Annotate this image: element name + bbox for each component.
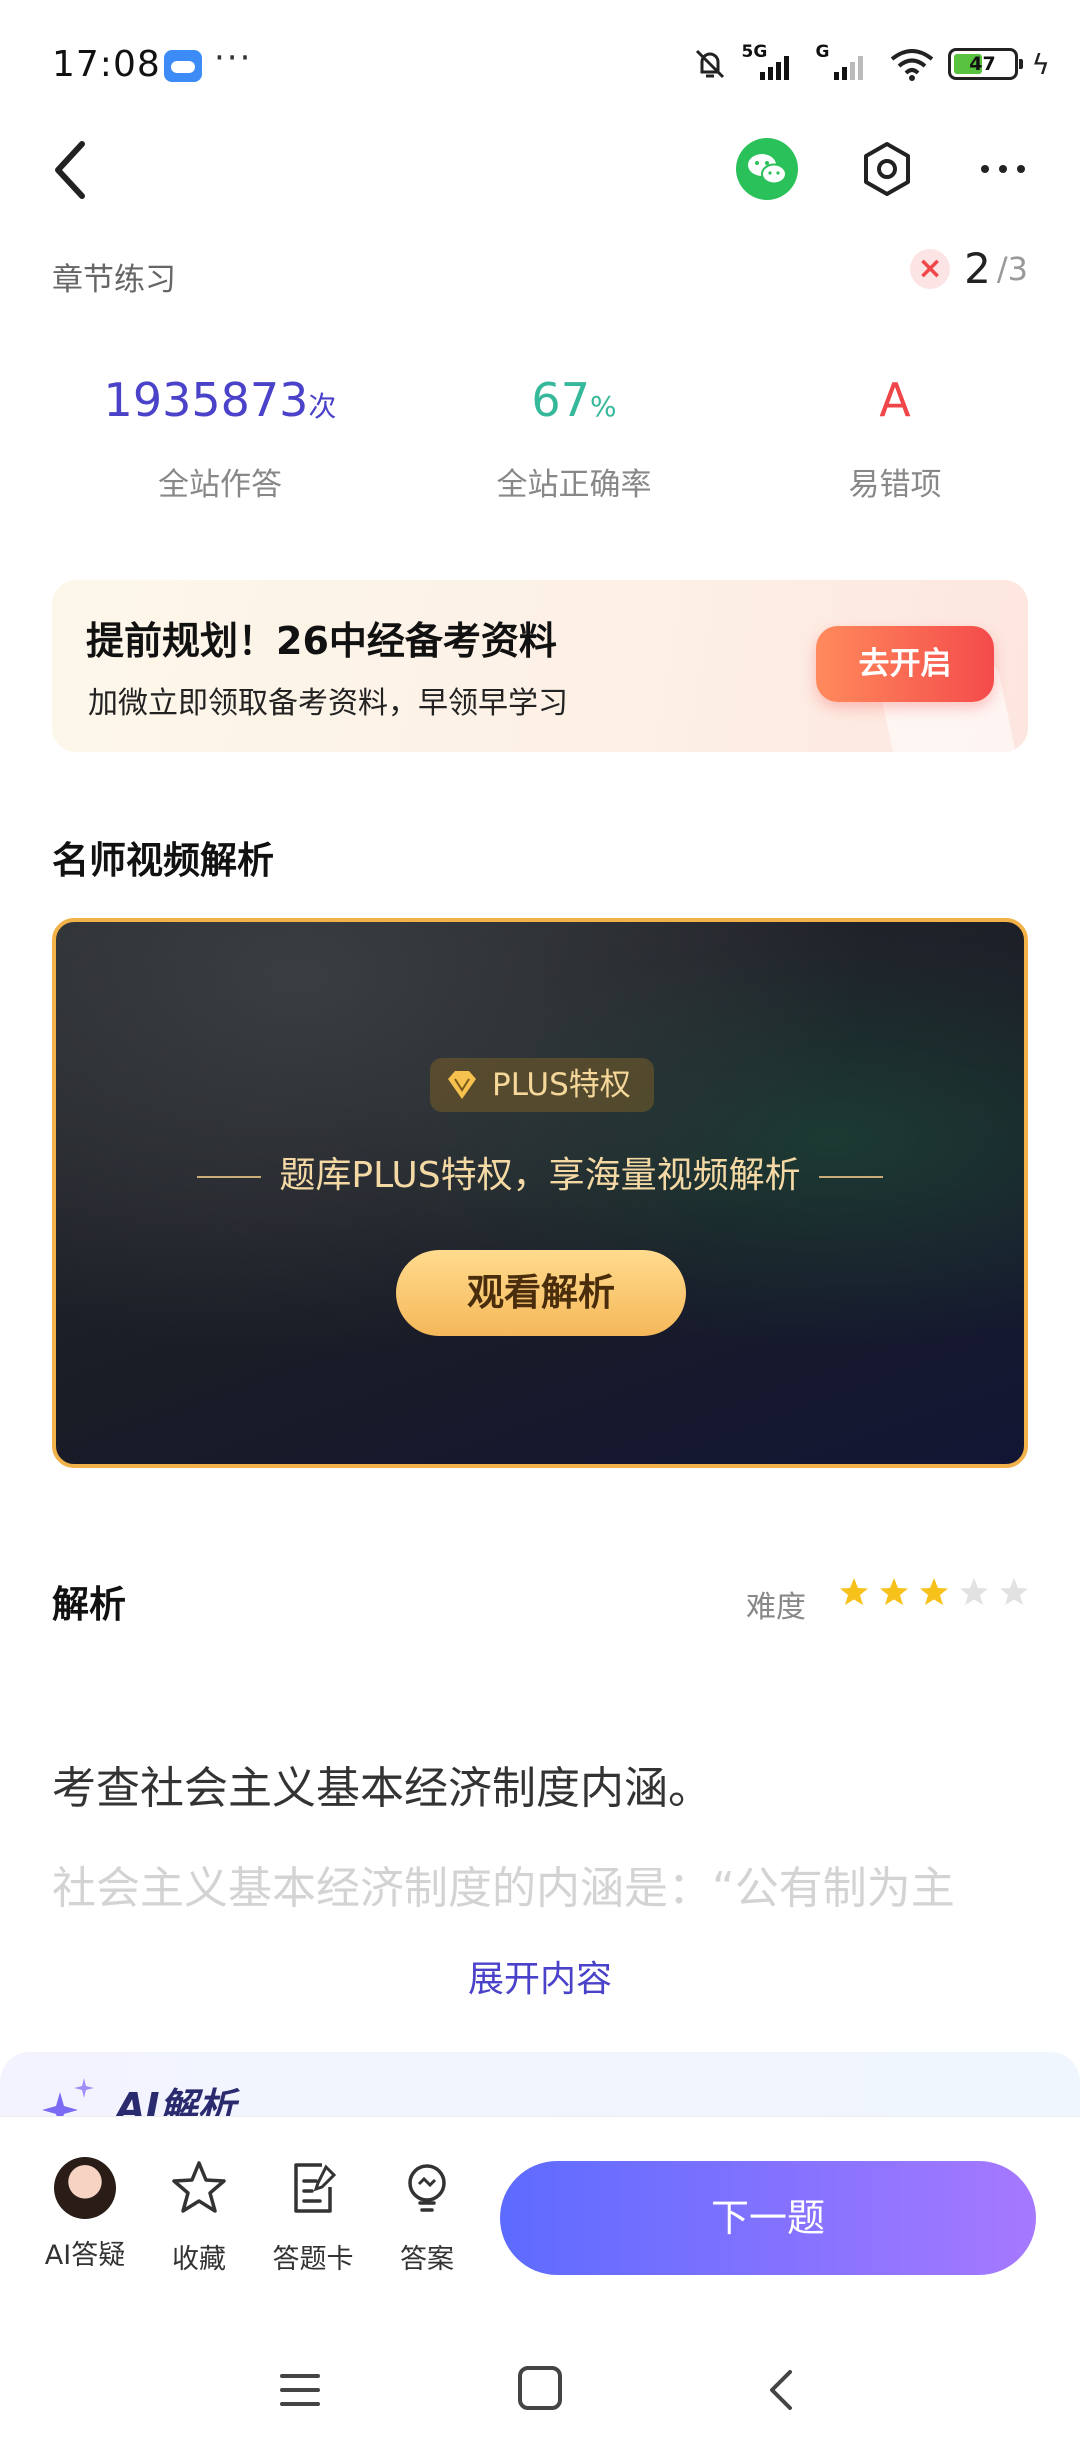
cloud-icon — [164, 50, 202, 82]
stat-value: A — [879, 373, 911, 427]
nav-back-icon[interactable] — [762, 2366, 802, 2414]
wrong-mark-icon: × — [910, 248, 951, 289]
signal-g-icon: G — [816, 42, 876, 82]
section-label: 章节练习 — [52, 262, 176, 298]
answer-sheet-icon — [294, 2163, 337, 2213]
star-filled-icon — [840, 1578, 868, 1605]
video-section-title: 名师视频解析 — [52, 839, 274, 882]
favorite-button[interactable]: 收藏 — [144, 2157, 254, 2276]
stat-answers: 1935873次 全站作答 — [40, 370, 400, 504]
answer-sheet-button[interactable]: 答题卡 — [258, 2157, 368, 2276]
ai-avatar-icon — [54, 2157, 116, 2219]
watch-analysis-button[interactable]: 观看解析 — [396, 1250, 686, 1336]
back-icon[interactable] — [42, 130, 102, 210]
stat-label: 全站作答 — [158, 467, 282, 503]
star-outline-icon — [172, 2161, 226, 2213]
video-tagline: 题库PLUS特权，享海量视频解析 — [56, 1146, 1024, 1198]
progress-total: /3 — [996, 249, 1028, 288]
analysis-paragraph-faded: 社会主义基本经济制度的内涵是：“公有制为主 — [52, 1863, 955, 1914]
ai-qa-button[interactable]: AI答疑 — [30, 2157, 140, 2272]
video-card[interactable]: PLUS特权 题库PLUS特权，享海量视频解析 观看解析 — [52, 918, 1028, 1468]
bell-off-icon — [695, 49, 724, 79]
promo-open-button[interactable]: 去开启 — [816, 626, 994, 702]
expand-content-link[interactable]: 展开内容 — [0, 1950, 1080, 2002]
stat-label: 易错项 — [848, 467, 942, 503]
star-filled-icon — [880, 1578, 908, 1605]
promo-banner[interactable]: 提前规划！26中经备考资料 加微立即领取备考资料，早领早学习 去开启 — [52, 580, 1028, 752]
tool-label: 答题卡 — [272, 2244, 354, 2275]
ai-analysis-header[interactable]: AI解析 — [0, 2052, 1080, 2122]
answer-button[interactable]: 答案 — [372, 2157, 482, 2276]
analysis-title: 解析 — [52, 1583, 126, 1626]
system-nav-bar — [0, 2290, 1080, 2460]
difficulty-label: 难度 — [746, 1590, 806, 1625]
promo-subtitle: 加微立即领取备考资料，早领早学习 — [88, 686, 568, 721]
bulb-icon — [408, 2164, 446, 2212]
star-empty-icon — [960, 1578, 988, 1605]
star-empty-icon — [1000, 1578, 1028, 1605]
next-question-button[interactable]: 下一题 — [500, 2161, 1036, 2275]
plus-badge: PLUS特权 — [430, 1058, 654, 1112]
menu-icon[interactable] — [278, 2370, 322, 2410]
tool-label: 答案 — [400, 2244, 454, 2275]
charging-icon: ϟ — [1031, 47, 1050, 81]
difficulty-stars — [838, 1576, 1030, 1608]
stat-value: 67 — [531, 373, 590, 427]
home-icon[interactable] — [518, 2366, 562, 2410]
analysis-paragraph: 考查社会主义基本经济制度内涵。 — [52, 1763, 712, 1814]
top-nav — [0, 120, 1080, 220]
signal-5g-icon: 5G — [742, 42, 802, 82]
status-time: 17:08 — [52, 44, 161, 85]
status-bar: 17:08 ··· 5G G 47 ϟ — [0, 0, 1080, 140]
stat-value: 1935873 — [103, 373, 309, 427]
promo-title: 提前规划！26中经备考资料 — [86, 619, 557, 663]
progress-current: 2 — [964, 244, 991, 293]
wechat-icon[interactable] — [736, 138, 798, 200]
stat-common-wrong: A 易错项 — [715, 370, 1075, 504]
bottom-action-bar: AI答疑 收藏 答题卡 答案 下一题 — [0, 2116, 1080, 2286]
stat-label: 全站正确率 — [496, 467, 652, 503]
stat-unit: 次 — [308, 390, 337, 423]
settings-icon[interactable] — [856, 138, 918, 200]
wifi-icon — [890, 49, 933, 81]
tool-label: AI答疑 — [44, 2240, 126, 2271]
status-more-dots: ··· — [214, 38, 253, 78]
stat-unit: % — [589, 390, 617, 423]
stat-accuracy: 67% 全站正确率 — [394, 370, 754, 504]
tool-label: 收藏 — [172, 2244, 226, 2275]
star-filled-icon — [920, 1578, 948, 1605]
diamond-icon — [448, 1071, 476, 1099]
more-icon[interactable] — [972, 138, 1034, 200]
battery-icon: 47 — [947, 48, 1023, 80]
question-progress[interactable]: × 2 /3 — [910, 244, 1028, 293]
stats-row: 1935873次 全站作答 67% 全站正确率 A 易错项 — [0, 370, 1080, 510]
